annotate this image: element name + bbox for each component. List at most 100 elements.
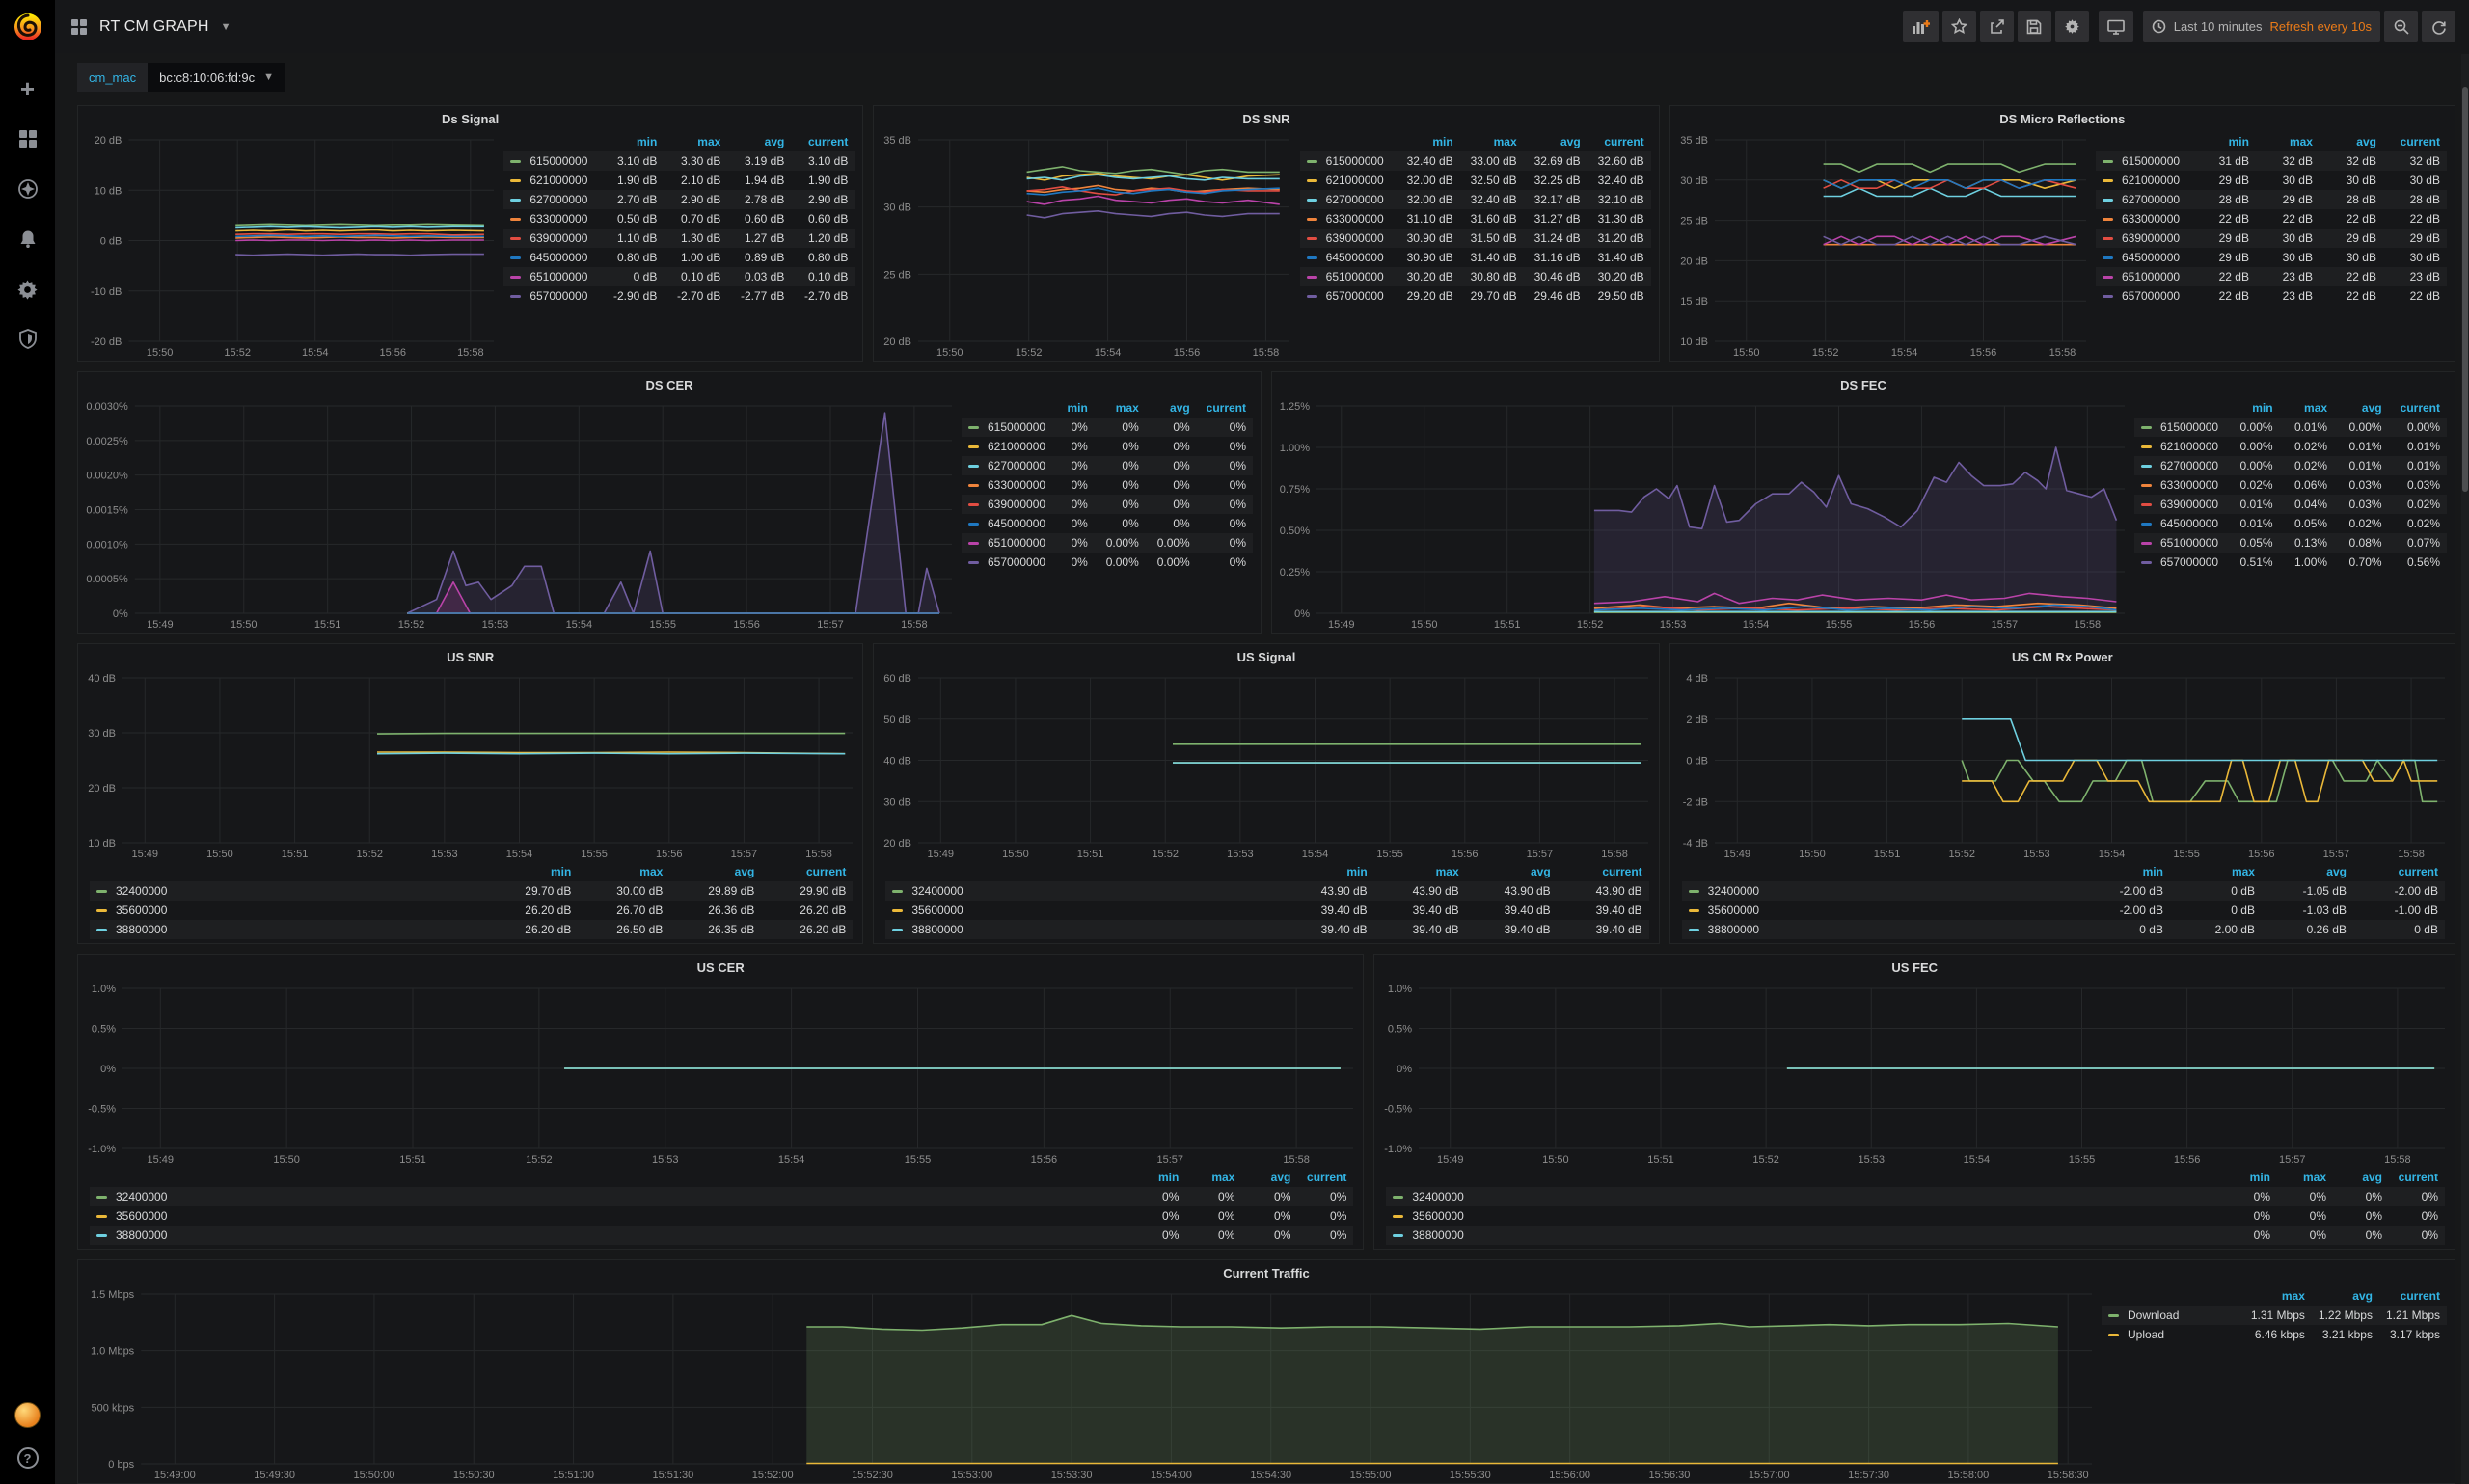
legend-series-toggle[interactable]: 615000000 xyxy=(962,418,1052,437)
legend-series-toggle[interactable]: 645000000 xyxy=(1300,248,1397,267)
legend-series-toggle[interactable]: 35600000 xyxy=(1386,1206,2221,1226)
ds-signal-chart[interactable]: 20 dB10 dB0 dB-10 dB-20 dB15:5015:5215:5… xyxy=(78,132,503,361)
legend-stat-header[interactable]: max xyxy=(2170,862,2262,881)
panel-title[interactable]: Current Traffic xyxy=(78,1260,2455,1286)
legend-series-toggle[interactable]: 633000000 xyxy=(2134,475,2225,495)
legend-stat-header[interactable]: min xyxy=(2225,398,2280,418)
zoom-out-button[interactable] xyxy=(2384,11,2418,42)
legend-series-toggle[interactable]: 651000000 xyxy=(2096,267,2192,286)
legend-series-toggle[interactable]: 639000000 xyxy=(1300,229,1397,248)
legend-series-toggle[interactable]: 627000000 xyxy=(1300,190,1397,209)
legend-stat-header[interactable]: current xyxy=(1297,1168,1353,1187)
create-icon[interactable]: + xyxy=(16,77,40,100)
legend-series-toggle[interactable]: 645000000 xyxy=(2096,248,2192,267)
add-panel-button[interactable] xyxy=(1903,11,1939,42)
tv-kiosk-button[interactable] xyxy=(2099,11,2133,42)
legend-series-toggle[interactable]: 35600000 xyxy=(90,901,486,920)
legend-stat-header[interactable]: max xyxy=(1374,862,1466,881)
panel-title[interactable]: Ds Signal xyxy=(78,106,862,132)
legend-stat-header[interactable]: max xyxy=(1095,398,1146,418)
panel-title[interactable]: DS Micro Reflections xyxy=(1670,106,2455,132)
ds-fec-chart[interactable]: 1.25%1.00%0.75%0.50%0.25%0%15:4915:5015:… xyxy=(1272,398,2134,633)
legend-series-toggle[interactable]: 35600000 xyxy=(90,1206,1129,1226)
legend-stat-header[interactable]: min xyxy=(486,862,578,881)
dashboards-icon[interactable] xyxy=(16,127,40,150)
legend-series-toggle[interactable]: 38800000 xyxy=(885,920,1282,939)
save-button[interactable] xyxy=(2018,11,2051,42)
configuration-gear-icon[interactable] xyxy=(16,278,40,301)
refresh-button[interactable] xyxy=(2422,11,2455,42)
legend-series-toggle[interactable]: 38800000 xyxy=(1682,920,2078,939)
legend-series-toggle[interactable]: 35600000 xyxy=(885,901,1282,920)
legend-stat-header[interactable]: min xyxy=(2078,862,2170,881)
legend-series-toggle[interactable]: 627000000 xyxy=(962,456,1052,475)
legend-stat-header[interactable]: min xyxy=(2221,1168,2277,1187)
legend-series-toggle[interactable]: Upload xyxy=(2102,1325,2244,1344)
legend-stat-header[interactable]: max xyxy=(578,862,669,881)
legend-series-toggle[interactable]: 633000000 xyxy=(503,209,600,229)
legend-stat-header[interactable]: avg xyxy=(1466,862,1558,881)
panel-title[interactable]: US CM Rx Power xyxy=(1670,644,2455,670)
legend-stat-header[interactable]: current xyxy=(1558,862,1649,881)
legend-series-toggle[interactable]: 657000000 xyxy=(962,553,1052,572)
server-admin-shield-icon[interactable] xyxy=(16,328,40,351)
legend-series-toggle[interactable]: 639000000 xyxy=(2096,229,2192,248)
legend-series-toggle[interactable]: 651000000 xyxy=(503,267,600,286)
legend-series-toggle[interactable]: 627000000 xyxy=(503,190,600,209)
legend-stat-header[interactable]: max xyxy=(2280,398,2335,418)
us-fec-chart[interactable]: 1.0%0.5%0%-0.5%-1.0%15:4915:5015:5115:52… xyxy=(1374,981,2455,1168)
legend-stat-header[interactable]: current xyxy=(2379,1286,2447,1306)
panel-title[interactable]: US CER xyxy=(78,955,1363,981)
legend-series-toggle[interactable]: 645000000 xyxy=(503,248,600,267)
legend-stat-header[interactable]: avg xyxy=(727,132,791,151)
legend-stat-header[interactable]: min xyxy=(1397,132,1460,151)
legend-series-toggle[interactable]: 633000000 xyxy=(962,475,1052,495)
share-button[interactable] xyxy=(1980,11,2014,42)
legend-series-toggle[interactable]: 621000000 xyxy=(503,171,600,190)
legend-series-toggle[interactable]: 645000000 xyxy=(2134,514,2225,533)
legend-stat-header[interactable]: avg xyxy=(1524,132,1587,151)
legend-series-toggle[interactable]: Download xyxy=(2102,1306,2244,1325)
legend-stat-header[interactable]: min xyxy=(1283,862,1374,881)
legend-series-toggle[interactable]: 639000000 xyxy=(2134,495,2225,514)
ds-snr-chart[interactable]: 35 dB30 dB25 dB20 dB15:5015:5215:5415:56… xyxy=(874,132,1299,361)
legend-series-toggle[interactable]: 627000000 xyxy=(2096,190,2192,209)
legend-series-toggle[interactable]: 38800000 xyxy=(1386,1226,2221,1245)
legend-stat-header[interactable]: current xyxy=(2383,132,2447,151)
legend-stat-header[interactable]: avg xyxy=(669,862,761,881)
dashboard-title-button[interactable]: RT CM GRAPH ▼ xyxy=(70,18,231,36)
legend-series-toggle[interactable]: 657000000 xyxy=(2134,553,2225,572)
legend-stat-header[interactable]: max xyxy=(664,132,727,151)
legend-stat-header[interactable]: current xyxy=(1587,132,1651,151)
grafana-logo[interactable] xyxy=(0,0,55,54)
panel-title[interactable]: DS CER xyxy=(78,372,1261,398)
legend-series-toggle[interactable]: 38800000 xyxy=(90,1226,1129,1245)
legend-series-toggle[interactable]: 615000000 xyxy=(503,151,600,171)
time-range-button[interactable]: Last 10 minutes Refresh every 10s xyxy=(2143,11,2380,42)
panel-title[interactable]: US Signal xyxy=(874,644,1658,670)
panel-title[interactable]: US FEC xyxy=(1374,955,2455,981)
legend-stat-header[interactable]: avg xyxy=(2320,132,2383,151)
legend-stat-header[interactable]: max xyxy=(2277,1168,2333,1187)
legend-series-toggle[interactable]: 657000000 xyxy=(503,286,600,306)
legend-series-toggle[interactable]: 35600000 xyxy=(1682,901,2078,920)
ds-micro-reflections-chart[interactable]: 35 dB30 dB25 dB20 dB15 dB10 dB15:5015:52… xyxy=(1670,132,2096,361)
us-snr-chart[interactable]: 40 dB30 dB20 dB10 dB15:4915:5015:5115:52… xyxy=(78,670,862,862)
legend-stat-header[interactable]: current xyxy=(791,132,855,151)
explore-compass-icon[interactable] xyxy=(16,177,40,201)
legend-series-toggle[interactable]: 615000000 xyxy=(2134,418,2225,437)
legend-stat-header[interactable]: current xyxy=(2389,1168,2445,1187)
legend-series-toggle[interactable]: 657000000 xyxy=(1300,286,1397,306)
legend-stat-header[interactable]: avg xyxy=(2262,862,2353,881)
legend-series-toggle[interactable]: 645000000 xyxy=(962,514,1052,533)
legend-stat-header[interactable]: current xyxy=(1197,398,1253,418)
legend-series-toggle[interactable]: 32400000 xyxy=(90,1187,1129,1206)
legend-stat-header[interactable]: max xyxy=(2256,132,2320,151)
legend-stat-header[interactable]: min xyxy=(2192,132,2256,151)
star-button[interactable] xyxy=(1942,11,1976,42)
legend-series-toggle[interactable]: 633000000 xyxy=(2096,209,2192,229)
legend-series-toggle[interactable]: 615000000 xyxy=(2096,151,2192,171)
scrollbar[interactable] xyxy=(2461,54,2469,1484)
current-traffic-chart[interactable]: 1.5 Mbps1.0 Mbps500 kbps0 bps15:49:0015:… xyxy=(78,1286,2102,1483)
legend-series-toggle[interactable]: 621000000 xyxy=(962,437,1052,456)
